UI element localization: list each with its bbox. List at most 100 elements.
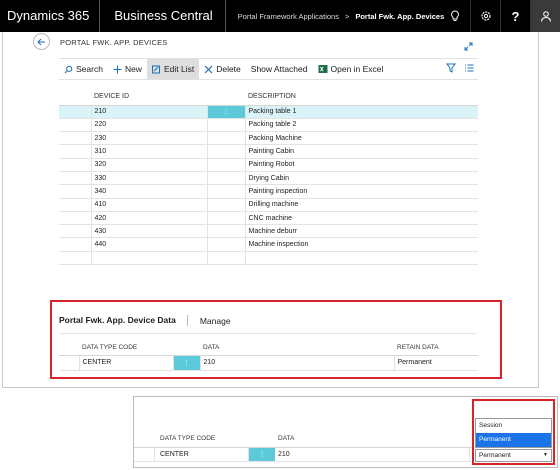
row-selector[interactable] xyxy=(59,224,92,239)
row-actions-button[interactable] xyxy=(207,184,246,199)
show-attached-button[interactable]: Show Attached xyxy=(246,59,313,79)
cell-description[interactable]: Machine inspection xyxy=(245,237,478,252)
header-data[interactable]: DATA xyxy=(200,340,394,356)
table-row[interactable]: 310 Painting Cabin xyxy=(59,144,478,159)
header-spacer-2 xyxy=(207,88,245,106)
option-session[interactable]: Session xyxy=(476,419,551,433)
filter-icon[interactable] xyxy=(446,63,456,73)
row-actions-button[interactable] xyxy=(207,211,246,226)
inset-cell-data[interactable]: 210 xyxy=(278,451,290,458)
cell-retain-data[interactable]: Permanent xyxy=(394,355,478,371)
row-actions-button[interactable]: ⋮ xyxy=(207,105,246,119)
cell-description[interactable]: Machine deburr xyxy=(245,224,478,239)
cell-description[interactable]: Drying Cabin xyxy=(245,171,478,186)
new-button[interactable]: New xyxy=(108,59,147,79)
breadcrumb-parent[interactable]: Portal Framework Applications xyxy=(238,12,339,21)
edit-list-button[interactable]: Edit List xyxy=(146,59,200,79)
row-actions-button[interactable] xyxy=(207,237,246,252)
cell-device-id[interactable]: 310 xyxy=(91,144,208,159)
row-selector[interactable] xyxy=(59,211,92,226)
option-permanent[interactable]: Permanent xyxy=(476,433,551,447)
user-icon[interactable] xyxy=(530,0,560,32)
subpart-manage-tab[interactable]: Manage xyxy=(188,316,231,326)
table-row[interactable]: CENTER ⋮ 210 Permanent xyxy=(59,355,478,371)
action-bar-right xyxy=(446,63,474,73)
row-selector[interactable] xyxy=(59,118,92,133)
header-retain-data[interactable]: RETAIN DATA xyxy=(394,340,478,356)
row-selector[interactable] xyxy=(59,158,92,172)
table-row[interactable]: 340 Painting inspection xyxy=(59,184,478,199)
cell-device-id[interactable]: 220 xyxy=(91,118,208,133)
row-selector[interactable] xyxy=(59,184,92,199)
inset-row-actions-button[interactable]: ⋮ xyxy=(249,448,275,461)
table-row[interactable]: 430 Machine deburr xyxy=(59,224,478,239)
cell-description[interactable]: Packing table 2 xyxy=(245,118,478,133)
table-row[interactable]: 440 Machine inspection xyxy=(59,237,478,252)
lightbulb-icon[interactable] xyxy=(440,0,470,32)
row-selector[interactable] xyxy=(59,131,92,146)
open-in-excel-button[interactable]: Open in Excel xyxy=(313,59,389,79)
settings-icon[interactable] xyxy=(470,0,500,32)
row-actions-button[interactable] xyxy=(207,144,246,159)
inset-header-data-type-code: DATA TYPE CODE xyxy=(160,435,216,442)
cell-device-id[interactable]: 340 xyxy=(91,184,208,199)
cell-device-id[interactable]: 440 xyxy=(91,237,208,252)
cell-device-id[interactable]: 410 xyxy=(91,198,208,212)
retain-data-select[interactable]: Permanent ▼ xyxy=(475,449,552,462)
cell-data[interactable]: 210 xyxy=(200,355,395,371)
cell-data-type-code[interactable]: CENTER xyxy=(79,355,174,371)
table-row[interactable]: 230 Packing Machine xyxy=(59,131,478,146)
row-selector[interactable] xyxy=(59,198,92,212)
cell-device-id[interactable]: 420 xyxy=(91,211,208,226)
expand-icon[interactable] xyxy=(464,38,473,56)
table-row[interactable]: 220 Packing table 2 xyxy=(59,118,478,133)
table-row[interactable]: 410 Drilling machine xyxy=(59,198,478,212)
table-row[interactable]: 330 Drying Cabin xyxy=(59,171,478,186)
show-attached-label: Show Attached xyxy=(250,64,308,74)
dynamics-365-brand[interactable]: Dynamics 365 xyxy=(0,0,101,32)
cell-device-id[interactable]: 210 xyxy=(91,105,208,119)
cell-description[interactable]: Packing Machine xyxy=(245,131,478,146)
empty-row[interactable] xyxy=(59,251,478,266)
cell-description[interactable]: Painting Robot xyxy=(245,158,478,172)
table-header-row: DEVICE ID DESCRIPTION xyxy=(59,88,478,106)
subpart-title[interactable]: Portal Fwk. App. Device Data xyxy=(59,315,188,326)
retain-data-select-value: Permanent xyxy=(479,452,511,459)
table-row[interactable]: 320 Painting Robot xyxy=(59,158,478,172)
cell-device-id[interactable]: 430 xyxy=(91,224,208,239)
row-actions-button[interactable] xyxy=(207,158,246,172)
cell-device-id[interactable]: 320 xyxy=(91,158,208,172)
row-selector[interactable] xyxy=(59,105,92,119)
table-row[interactable]: 420 CNC machine xyxy=(59,211,478,226)
back-button[interactable] xyxy=(33,33,50,50)
row-actions-button[interactable] xyxy=(207,118,246,133)
business-central-app-name[interactable]: Business Central xyxy=(100,0,226,32)
row-selector[interactable] xyxy=(59,144,92,159)
inset-cell-data-type-code[interactable]: CENTER xyxy=(160,451,189,458)
help-icon[interactable]: ? xyxy=(500,0,530,32)
cell-device-id[interactable]: 330 xyxy=(91,171,208,186)
top-nav-bar: Dynamics 365 Business Central Portal Fra… xyxy=(0,0,560,32)
chevron-down-icon: ▼ xyxy=(543,452,548,458)
row-selector[interactable] xyxy=(59,171,92,186)
delete-button[interactable]: Delete xyxy=(199,59,246,79)
cell-description[interactable]: Painting inspection xyxy=(245,184,478,199)
row-actions-button[interactable] xyxy=(207,171,246,186)
search-button[interactable]: Search xyxy=(59,59,108,79)
cell-description[interactable]: CNC machine xyxy=(245,211,478,226)
row-selector[interactable] xyxy=(59,237,92,252)
header-description[interactable]: DESCRIPTION xyxy=(245,88,478,106)
action-bar: Search New Edit List Delete Show Attache… xyxy=(59,58,478,80)
cell-description[interactable]: Drilling machine xyxy=(245,198,478,212)
row-actions-button[interactable] xyxy=(207,198,246,212)
cell-description[interactable]: Painting Cabin xyxy=(245,144,478,159)
header-device-id[interactable]: DEVICE ID xyxy=(91,88,207,106)
row-actions-button[interactable] xyxy=(207,224,246,239)
cell-description[interactable]: Packing table 1 xyxy=(245,105,478,119)
row-actions-button[interactable] xyxy=(207,131,246,146)
table-row[interactable]: 210 ⋮ Packing table 1 xyxy=(59,105,478,119)
header-data-type-code[interactable]: DATA TYPE CODE xyxy=(79,340,173,356)
row-actions-button[interactable]: ⋮ xyxy=(173,355,201,371)
list-view-icon[interactable] xyxy=(464,63,474,73)
cell-device-id[interactable]: 230 xyxy=(91,131,208,146)
